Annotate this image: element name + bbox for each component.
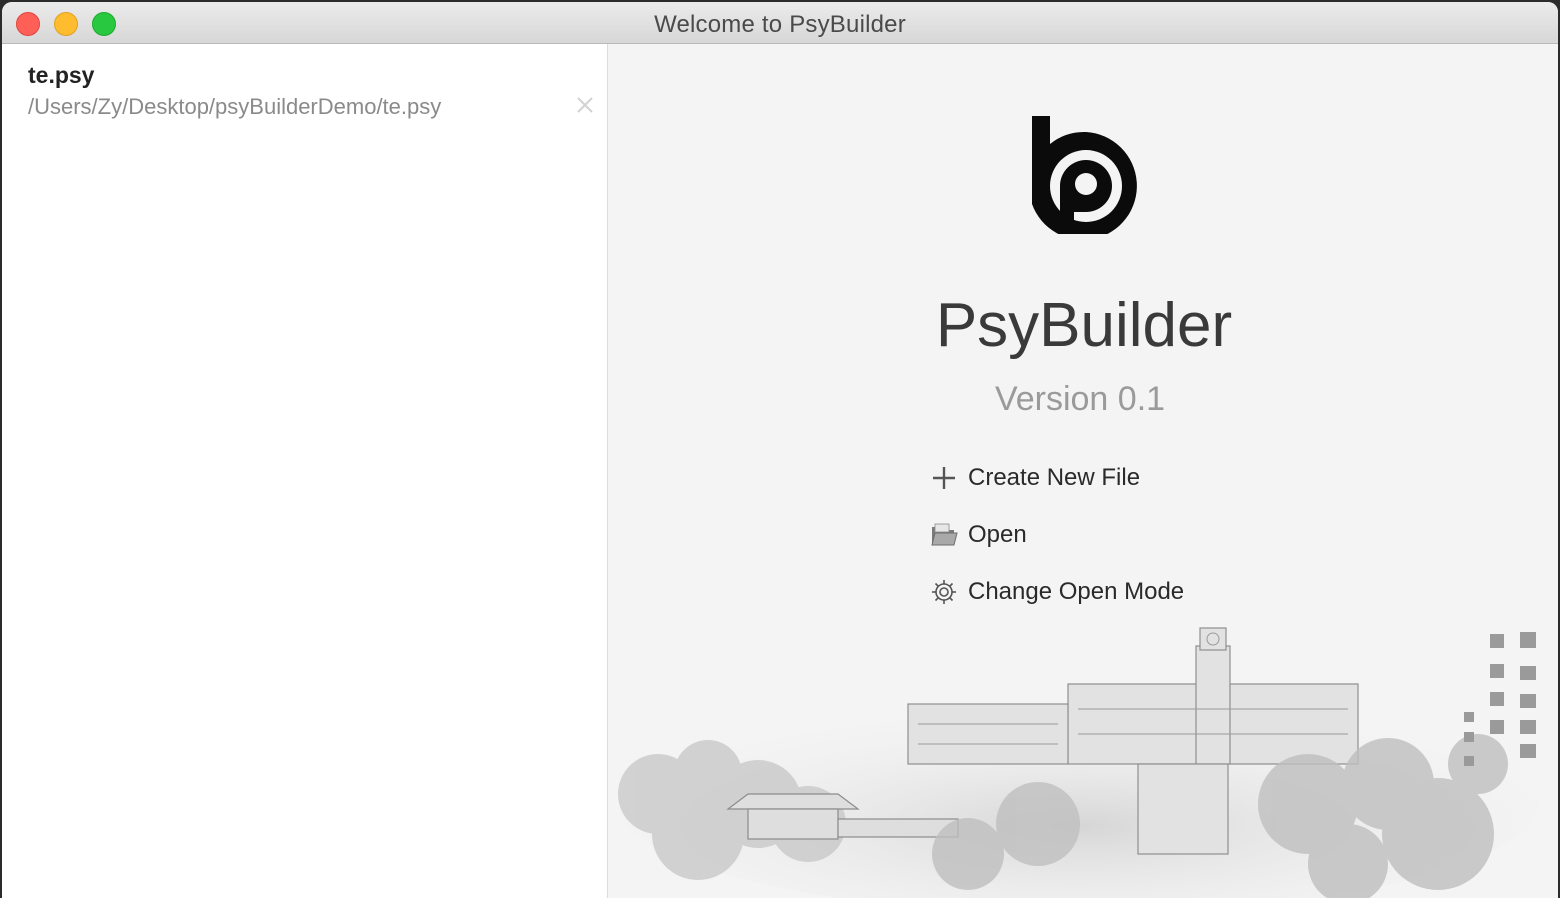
app-version: Version 0.1 [994, 380, 1166, 418]
plus-icon [930, 464, 958, 492]
gear-icon [930, 578, 958, 606]
change-open-mode-button[interactable]: Change Open Mode [930, 574, 1184, 610]
create-new-file-label: Create New File [968, 464, 1141, 491]
recent-file-name: te.psy [28, 62, 95, 88]
campus-sketch-illustration [618, 627, 1538, 898]
open-label: Open [968, 521, 1027, 548]
psybuilder-logo-icon [1032, 116, 1137, 234]
window-title: Welcome to PsyBuilder [654, 11, 906, 38]
welcome-panel: PsyBuilder Version 0.1 Create New File O… [608, 44, 1558, 898]
recent-file-item[interactable]: te.psy /Users/Zy/Desktop/psyBuilderDemo/… [2, 58, 606, 124]
recent-file-path: /Users/Zy/Desktop/psyBuilderDemo/te.psy [28, 94, 442, 119]
folder-icon [930, 521, 958, 549]
change-open-mode-label: Change Open Mode [968, 578, 1185, 605]
create-new-file-button[interactable]: Create New File [930, 460, 1140, 496]
open-button[interactable]: Open [930, 517, 1027, 553]
recent-files-panel: te.psy /Users/Zy/Desktop/psyBuilderDemo/… [2, 44, 608, 898]
app-name: PsyBuilder [935, 291, 1233, 360]
title-bar[interactable]: Welcome to PsyBuilder [2, 2, 1558, 44]
remove-recent-button[interactable] [574, 94, 596, 116]
close-icon [577, 97, 593, 113]
welcome-window: Welcome to PsyBuilder te.psy /Users/Zy/D… [2, 2, 1558, 898]
